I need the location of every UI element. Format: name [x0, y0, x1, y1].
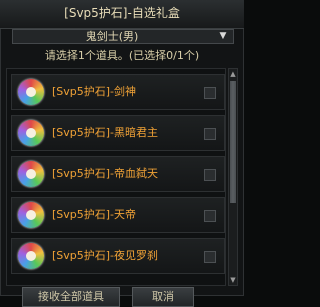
item-label: [Svp5护石]-剑神 — [52, 85, 137, 98]
list-item[interactable]: [Svp5护石]-黑暗君主 — [11, 115, 225, 151]
scroll-down-icon[interactable]: ▼ — [229, 275, 237, 285]
dialog-title: [Svp5护石]-自选礼盒 — [64, 6, 180, 20]
gift-box-dialog: [Svp5护石]-自选礼盒 鬼剑士(男) ▼ 请选择1个道具。(已选择0/1个)… — [0, 0, 244, 307]
item-checkbox[interactable] — [204, 87, 216, 99]
chevron-down-icon[interactable]: ▼ — [215, 31, 231, 42]
list-item[interactable]: [Svp5护石]-剑神 — [11, 74, 225, 110]
item-list: [Svp5护石]-剑神 [Svp5护石]-黑暗君主 [Svp5护石]-帝血弑天 … — [6, 68, 226, 286]
item-label: [Svp5护石]-天帝 — [52, 208, 137, 221]
class-select-dropdown[interactable]: 鬼剑士(男) ▼ — [12, 29, 234, 44]
item-label: [Svp5护石]-黑暗君主 — [52, 126, 159, 139]
list-item[interactable]: [Svp5护石]-夜见罗刹 — [11, 238, 225, 274]
item-checkbox[interactable] — [204, 169, 216, 181]
list-item[interactable]: [Svp5护石]-帝血弑天 — [11, 156, 225, 192]
scrollbar-thumb[interactable] — [230, 81, 236, 203]
list-item[interactable]: [Svp5护石]-天帝 — [11, 197, 225, 233]
item-label: [Svp5护石]-帝血弑天 — [52, 167, 159, 180]
receive-all-button[interactable]: 接收全部道具 — [22, 287, 120, 307]
rainbow-stone-icon — [18, 79, 44, 105]
rainbow-stone-icon — [18, 120, 44, 146]
rainbow-stone-icon — [18, 202, 44, 228]
class-select-value: 鬼剑士(男) — [85, 30, 139, 43]
item-checkbox[interactable] — [204, 128, 216, 140]
scroll-up-icon[interactable]: ▲ — [229, 69, 237, 79]
list-scrollbar[interactable]: ▲ ▼ — [228, 68, 238, 286]
cancel-button[interactable]: 取消 — [132, 287, 194, 307]
item-checkbox[interactable] — [204, 210, 216, 222]
item-checkbox[interactable] — [204, 251, 216, 263]
rainbow-stone-icon — [18, 243, 44, 269]
selection-instruction: 请选择1个道具。(已选择0/1个) — [44, 49, 200, 62]
rainbow-stone-icon — [18, 161, 44, 187]
title-bar[interactable]: [Svp5护石]-自选礼盒 — [0, 0, 244, 29]
item-label: [Svp5护石]-夜见罗刹 — [52, 249, 159, 262]
